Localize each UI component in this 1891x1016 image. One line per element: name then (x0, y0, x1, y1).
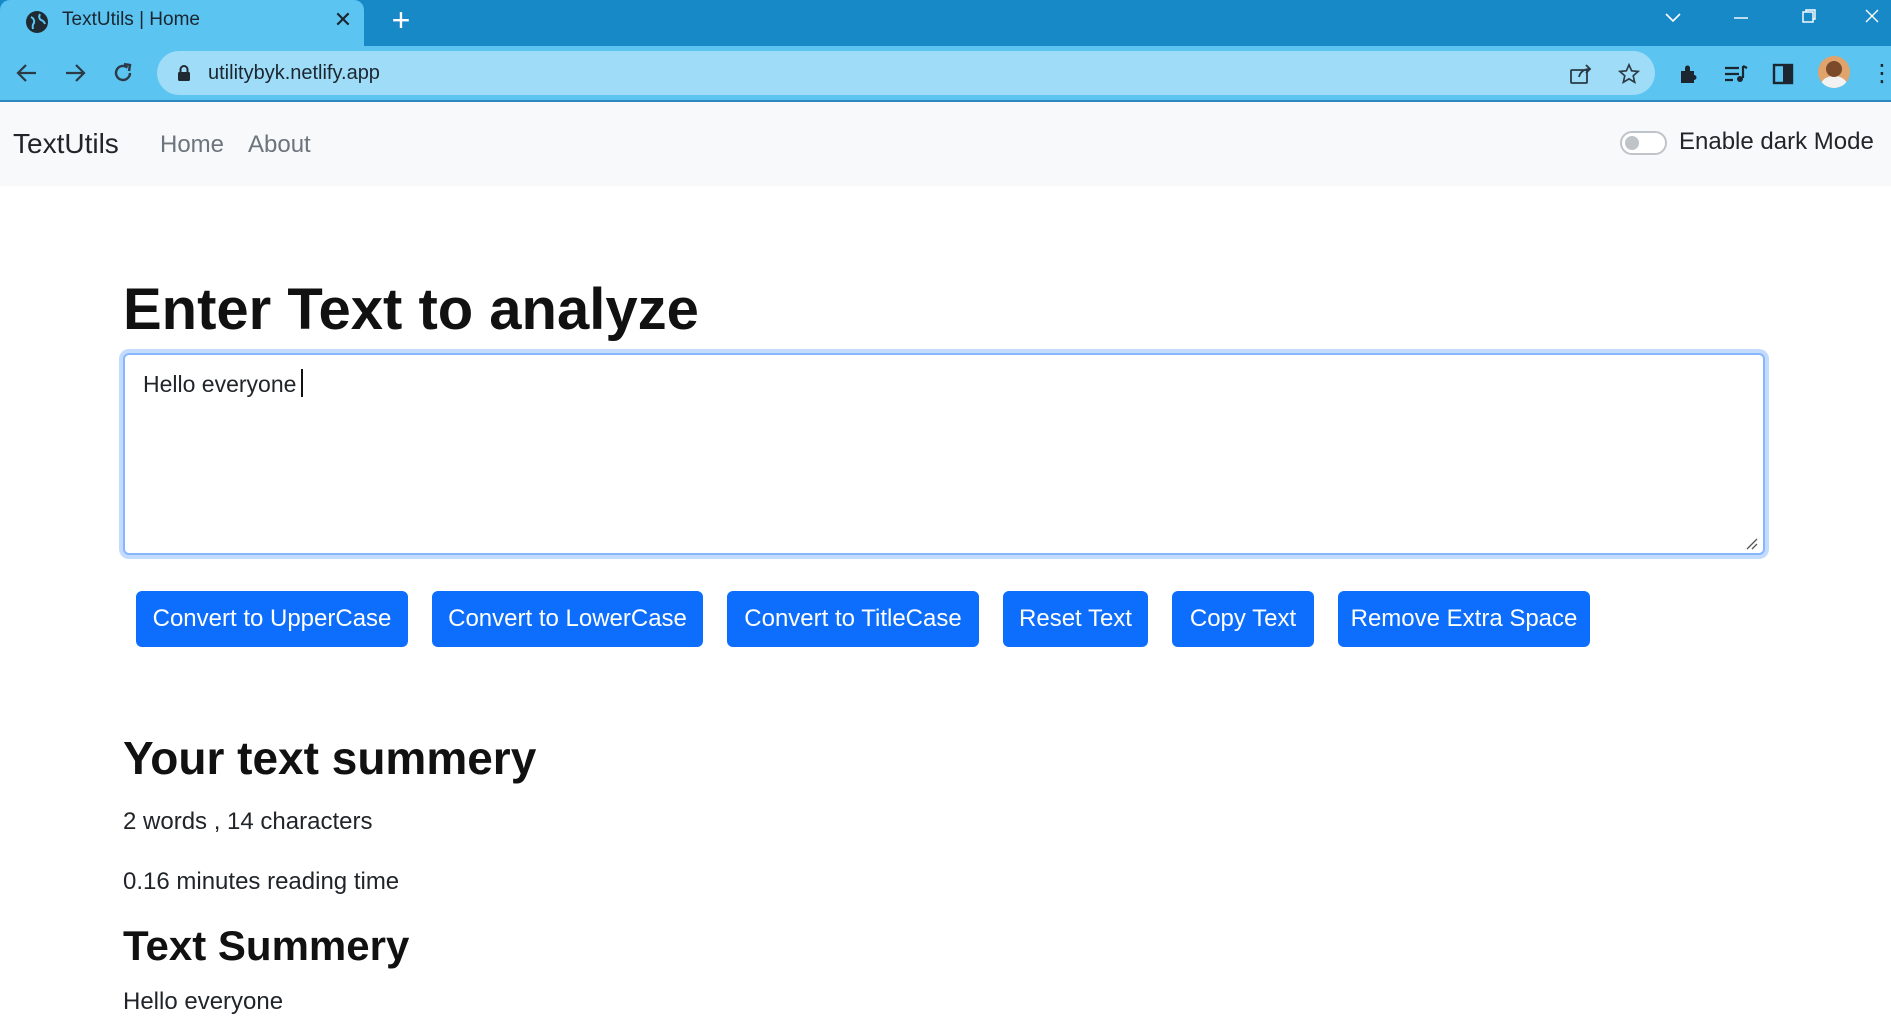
extensions-icon[interactable] (1674, 59, 1704, 89)
dark-mode-toggle[interactable] (1620, 131, 1667, 155)
preview-heading: Text Summery (123, 922, 410, 969)
text-input[interactable]: Hello everyone (123, 353, 1765, 555)
back-icon[interactable] (8, 54, 46, 92)
forward-icon[interactable] (56, 54, 94, 92)
star-icon[interactable] (1616, 61, 1642, 87)
app-navbar: TextUtils Home About Enable dark Mode (0, 102, 1891, 186)
word-char-count: 2 words , 14 characters (123, 808, 373, 835)
restore-icon[interactable] (1786, 0, 1832, 34)
dark-mode-label[interactable]: Enable dark Mode (1679, 128, 1874, 156)
sidepanel-icon[interactable] (1768, 59, 1798, 89)
reload-icon[interactable] (104, 54, 142, 92)
reset-text-button[interactable]: Reset Text (1003, 591, 1148, 647)
menu-icon[interactable]: ⋮ (1870, 60, 1891, 88)
url-text: utilitybyk.netlify.app (208, 62, 380, 84)
nav-link-home[interactable]: Home (160, 131, 224, 159)
address-bar[interactable]: utilitybyk.netlify.app (157, 51, 1655, 95)
browser-toolbar: utilitybyk.netlify.app ⋮ (0, 46, 1891, 100)
text-caret (301, 369, 303, 397)
copy-text-button[interactable]: Copy Text (1172, 591, 1314, 647)
share-icon[interactable] (1568, 61, 1594, 87)
globe-icon (26, 11, 48, 33)
lowercase-button[interactable]: Convert to LowerCase (432, 591, 703, 647)
browser-tab[interactable]: TextUtils | Home ✕ (0, 0, 364, 46)
toggle-knob (1625, 136, 1639, 150)
resize-handle-icon[interactable] (1744, 536, 1758, 550)
media-icon[interactable] (1721, 59, 1751, 89)
summary-heading: Your text summery (123, 732, 537, 784)
minimize-icon[interactable] (1718, 0, 1764, 34)
avatar[interactable] (1818, 56, 1850, 88)
navbar-brand[interactable]: TextUtils (13, 128, 119, 160)
browser-tabstrip: TextUtils | Home ✕ + (0, 0, 1891, 46)
remove-extra-space-button[interactable]: Remove Extra Space (1338, 591, 1590, 647)
close-window-icon[interactable] (1852, 0, 1891, 34)
tab-title: TextUtils | Home (62, 9, 200, 30)
page-title: Enter Text to analyze (123, 277, 699, 342)
lock-icon[interactable] (177, 65, 191, 81)
plus-icon[interactable]: + (386, 4, 416, 36)
close-icon[interactable]: ✕ (330, 7, 356, 33)
nav-link-about[interactable]: About (248, 131, 311, 159)
chevron-down-icon[interactable] (1650, 0, 1696, 34)
titlecase-button[interactable]: Convert to TitleCase (727, 591, 979, 647)
preview-text: Hello everyone (123, 988, 284, 1015)
reading-time: 0.16 minutes reading time (123, 868, 400, 895)
uppercase-button[interactable]: Convert to UpperCase (136, 591, 408, 647)
